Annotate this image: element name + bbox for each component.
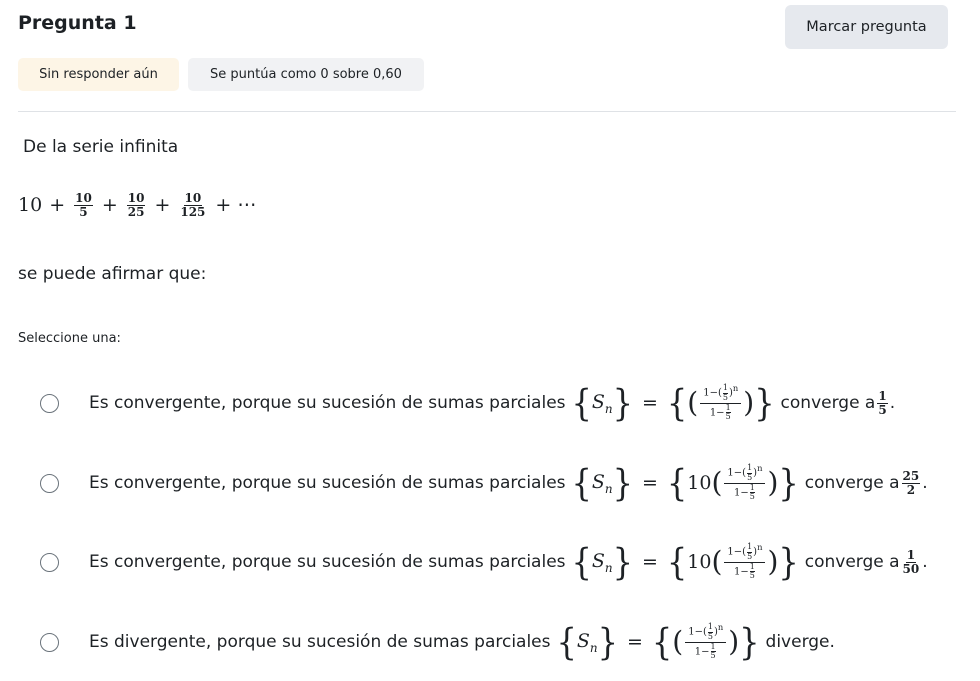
partial-sums-formula: {Sn} = { 10 ( 1−(1 5)n 1− 1 5 ) } <box>571 540 799 584</box>
option-prefix: Es divergente, porque su sucesión de sum… <box>89 632 551 652</box>
question-grade-badge: Se puntúa como 0 sobre 0,60 <box>188 58 424 91</box>
partial-sums-formula: {Sn} = { ( 1−(1 5)n 1− 1 5 ) } <box>571 381 775 425</box>
option-suffix: converge a <box>804 473 900 493</box>
option-prefix: Es convergente, porque su sucesión de su… <box>89 473 566 493</box>
radio-button[interactable] <box>40 552 59 572</box>
series-term: 10 5 <box>74 191 93 219</box>
limit-fraction: 1 50 <box>902 547 920 576</box>
answer-option[interactable]: Es convergente, porque su sucesión de su… <box>40 378 895 428</box>
question-intro: De la serie infinita <box>23 137 179 157</box>
limit-fraction: 15 <box>877 388 888 417</box>
plus-sign: + <box>49 194 66 217</box>
plus-sign: + <box>154 194 171 217</box>
plus-sign: + <box>101 194 118 217</box>
radio-button[interactable] <box>40 632 59 652</box>
series-first-term: 10 <box>18 194 43 217</box>
option-suffix: diverge. <box>765 632 835 652</box>
answer-option[interactable]: Es divergente, porque su sucesión de sum… <box>40 617 835 667</box>
partial-sum-fraction: 1−(1 5)n 1− 1 5 <box>685 622 727 661</box>
partial-sum-fraction: 1−(1 5)n 1− 1 5 <box>700 383 742 422</box>
limit-fraction: 25 2 <box>901 468 921 497</box>
question-title: Pregunta 1 <box>18 12 137 34</box>
partial-sum-fraction: 1−(1 5)n 1− 1 5 <box>724 542 766 581</box>
series-ellipsis: + ⋯ <box>215 194 257 217</box>
answer-text[interactable]: Es divergente, porque su sucesión de sum… <box>89 620 835 664</box>
partial-sums-formula: {Sn} = { ( 1−(1 5)n 1− 1 5 ) } <box>556 620 760 664</box>
radio-button[interactable] <box>40 393 59 413</box>
coefficient: 10 <box>687 551 712 573</box>
answer-text[interactable]: Es convergente, porque su sucesión de su… <box>89 461 928 505</box>
option-suffix: converge a <box>804 552 900 572</box>
flag-question-button[interactable]: Marcar pregunta <box>785 5 948 49</box>
option-prefix: Es convergente, porque su sucesión de su… <box>89 552 566 572</box>
answer-option[interactable]: Es convergente, porque su sucesión de su… <box>40 458 928 508</box>
select-one-label: Seleccione una: <box>18 331 121 346</box>
radio-button[interactable] <box>40 473 59 493</box>
question-state-badge: Sin responder aún <box>18 58 179 91</box>
series-term: 10 125 <box>180 191 206 219</box>
answer-text[interactable]: Es convergente, porque su sucesión de su… <box>89 540 928 584</box>
option-suffix: converge a <box>780 393 876 413</box>
partial-sum-fraction: 1−(1 5)n 1− 1 5 <box>724 463 766 502</box>
series-formula: 10 + 10 5 + 10 25 + 10 125 + ⋯ <box>18 192 263 218</box>
series-term: 10 25 <box>126 191 146 219</box>
option-prefix: Es convergente, porque su sucesión de su… <box>89 393 566 413</box>
question-outro: se puede afirmar que: <box>18 264 207 284</box>
answer-text[interactable]: Es convergente, porque su sucesión de su… <box>89 381 895 425</box>
coefficient: 10 <box>687 472 712 494</box>
answer-option[interactable]: Es convergente, porque su sucesión de su… <box>40 537 928 587</box>
header-divider <box>18 111 956 112</box>
partial-sums-formula: {Sn} = { 10 ( 1−(1 5)n 1− 1 5 ) } <box>571 461 799 505</box>
